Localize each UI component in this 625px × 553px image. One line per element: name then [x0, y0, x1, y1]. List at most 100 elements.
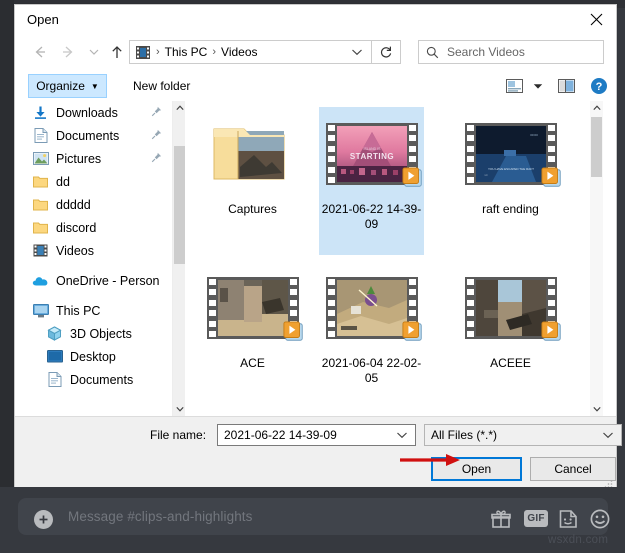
- new-folder-label: New folder: [133, 79, 190, 93]
- this-pc-icon: [32, 302, 49, 319]
- play-badge-icon: [541, 321, 563, 343]
- scroll-up-icon[interactable]: [590, 101, 603, 115]
- file-type-value: All Files (*.*): [431, 428, 497, 442]
- help-icon: ?: [590, 77, 608, 95]
- chevron-down-icon[interactable]: [396, 431, 408, 439]
- add-attachment-button[interactable]: [34, 510, 53, 529]
- navigation-pane-scrollbar[interactable]: [172, 101, 185, 416]
- sidebar-item-label: 3D Objects: [70, 327, 132, 341]
- sidebar-item-discord[interactable]: discord: [16, 216, 184, 239]
- watermark: wsxdn.com: [548, 534, 608, 546]
- sidebar-item-label: Desktop: [70, 350, 116, 364]
- organize-label: Organize: [36, 79, 85, 93]
- up-one-level-button[interactable]: [108, 43, 126, 61]
- list-item-label: 2021-06-22 14-39-09: [322, 202, 422, 232]
- discord-server-rail: [0, 0, 14, 495]
- file-name-input[interactable]: 2021-06-22 14-39-09: [217, 424, 416, 446]
- sidebar-item-onedrive[interactable]: OneDrive - Person: [16, 269, 184, 292]
- video-thumbnail: YOU HAVE ESCAPED THE RAFT 00:00 raft: [461, 111, 561, 197]
- sidebar-item-pictures[interactable]: Pictures: [16, 147, 184, 170]
- sidebar-item-label: ddddd: [56, 198, 91, 212]
- list-item[interactable]: 2021-06-04 22-02-05: [319, 261, 424, 409]
- file-row: ACE: [186, 261, 604, 409]
- cancel-button[interactable]: Cancel: [530, 457, 616, 481]
- sidebar-item-desktop[interactable]: Desktop: [16, 345, 184, 368]
- list-item[interactable]: ACE: [200, 261, 305, 409]
- sidebar-item-ddddd[interactable]: ddddd: [16, 193, 184, 216]
- chevron-down-icon[interactable]: [351, 48, 363, 56]
- sidebar-item-label: Documents: [56, 129, 119, 143]
- gif-icon[interactable]: GIF: [524, 510, 548, 527]
- folder-icon: [210, 121, 296, 187]
- documents-icon: [46, 371, 63, 388]
- file-list-pane[interactable]: Captures: [186, 101, 604, 416]
- dialog-body: Downloads: [15, 101, 616, 416]
- breadcrumb-item-this-pc[interactable]: This PC: [165, 45, 208, 59]
- close-icon: [590, 13, 603, 26]
- list-item-label: ACEEE: [461, 356, 561, 371]
- change-view-button[interactable]: [504, 77, 524, 95]
- sidebar-item-3d-objects[interactable]: 3D Objects: [16, 322, 184, 345]
- folder-icon: [32, 219, 49, 236]
- sidebar-item-videos[interactable]: Videos: [16, 239, 184, 262]
- sticker-icon[interactable]: [557, 508, 578, 529]
- command-bar: Organize ▼ New folder: [15, 72, 616, 102]
- message-placeholder: Message #clips-and-highlights: [68, 509, 253, 524]
- sidebar-item-label: Documents: [70, 373, 133, 387]
- address-bar-row: › This PC › Videos Search: [15, 34, 616, 70]
- search-input[interactable]: Search Videos: [418, 40, 604, 64]
- emoji-icon[interactable]: [589, 508, 610, 529]
- breadcrumb[interactable]: › This PC › Videos: [129, 40, 372, 64]
- scroll-down-icon[interactable]: [590, 402, 603, 416]
- scroll-up-icon[interactable]: [173, 101, 186, 115]
- list-item[interactable]: Captures: [200, 107, 305, 255]
- back-button[interactable]: [31, 43, 49, 61]
- film-strip-icon: [207, 277, 299, 339]
- breadcrumb-item-videos[interactable]: Videos: [221, 45, 257, 59]
- view-options-caret[interactable]: [531, 77, 545, 95]
- back-arrow-icon: [32, 45, 48, 59]
- folder-icon: [32, 173, 49, 190]
- pin-icon[interactable]: [151, 106, 162, 117]
- sidebar-item-this-pc[interactable]: This PC: [16, 299, 184, 322]
- recent-locations-button[interactable]: [85, 43, 103, 61]
- svg-text:ISLAND IS: ISLAND IS: [363, 147, 381, 151]
- scrollbar-thumb[interactable]: [591, 117, 602, 177]
- organize-button[interactable]: Organize ▼: [28, 74, 107, 98]
- list-item-label: Captures: [203, 202, 303, 217]
- forward-button[interactable]: [59, 43, 77, 61]
- close-button[interactable]: [576, 5, 616, 34]
- help-button[interactable]: ?: [589, 76, 609, 96]
- sidebar-item-documents-pc[interactable]: Documents: [16, 368, 184, 391]
- file-type-select[interactable]: All Files (*.*): [424, 424, 622, 446]
- svg-text:?: ?: [596, 81, 603, 93]
- play-badge-icon: [402, 321, 424, 343]
- list-item[interactable]: STARTING ISLAND IS 2021-06-22 14-39: [319, 107, 424, 255]
- sidebar-item-dd[interactable]: dd: [16, 170, 184, 193]
- chevron-down-icon[interactable]: [602, 431, 614, 439]
- scrollbar-thumb[interactable]: [174, 146, 185, 264]
- onedrive-icon: [32, 272, 49, 289]
- open-button[interactable]: Open: [431, 457, 522, 481]
- nav-spacer: [16, 292, 184, 299]
- pin-icon[interactable]: [151, 129, 162, 140]
- pin-icon[interactable]: [151, 152, 162, 163]
- sidebar-item-documents[interactable]: Documents: [16, 124, 184, 147]
- list-item[interactable]: YOU HAVE ESCAPED THE RAFT 00:00 raft: [458, 107, 563, 255]
- list-item-label: 2021-06-04 22-02-05: [322, 356, 422, 386]
- sidebar-item-downloads[interactable]: Downloads: [16, 101, 184, 124]
- refresh-icon: [379, 45, 393, 59]
- new-folder-button[interactable]: New folder: [125, 74, 198, 98]
- play-badge-icon: [402, 167, 424, 189]
- sidebar-item-label: Pictures: [56, 152, 101, 166]
- file-list-scrollbar[interactable]: [590, 101, 603, 416]
- gift-icon[interactable]: [490, 508, 511, 529]
- scroll-down-icon[interactable]: [173, 402, 186, 416]
- film-strip-icon: [326, 277, 418, 339]
- refresh-button[interactable]: [372, 40, 401, 64]
- video-thumbnail: STARTING ISLAND IS: [322, 111, 422, 197]
- list-item[interactable]: ACEEE: [458, 261, 563, 409]
- video-thumbnail: [203, 265, 303, 351]
- preview-pane-button[interactable]: [556, 77, 576, 95]
- svg-text:00:00: 00:00: [530, 133, 538, 137]
